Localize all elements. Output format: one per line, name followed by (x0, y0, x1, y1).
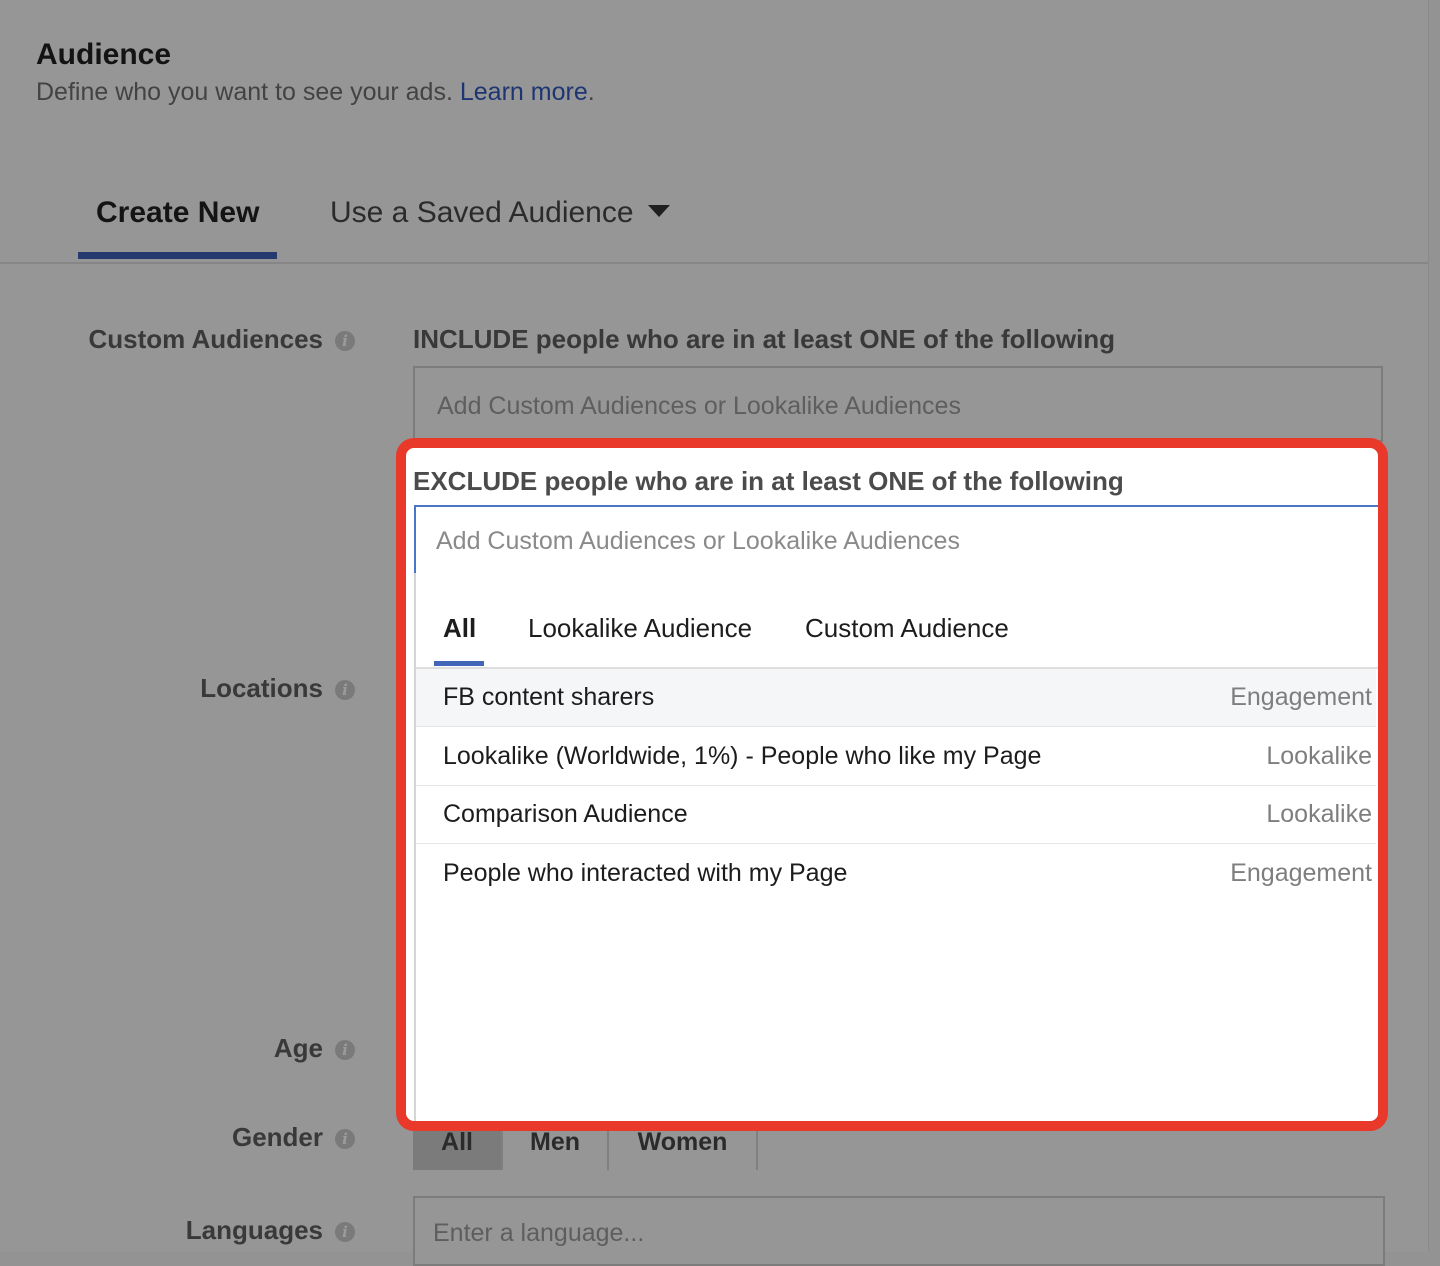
dropdown-tab-all[interactable]: All (443, 613, 476, 644)
include-audience-input[interactable]: Add Custom Audiences or Lookalike Audien… (413, 366, 1383, 442)
audience-type: Lookalike (1266, 742, 1372, 770)
custom-audiences-label: Custom Audiences (88, 324, 323, 354)
audience-option-row[interactable]: Lookalike (Worldwide, 1%) - People who l… (416, 728, 1376, 786)
info-icon[interactable]: i (335, 331, 355, 351)
audience-name: FB content sharers (443, 683, 655, 711)
label-gender: Gender i (232, 1122, 355, 1153)
info-icon[interactable]: i (335, 680, 355, 700)
section-title: Audience (36, 38, 172, 71)
dropdown-tab-lookalike[interactable]: Lookalike Audience (528, 613, 752, 644)
exclude-heading: EXCLUDE people who are in at least ONE o… (413, 466, 1124, 496)
learn-more-link[interactable]: Learn more (460, 78, 588, 106)
tab-divider (0, 262, 1428, 264)
audience-dropdown: All Lookalike Audience Custom Audience F… (414, 573, 1378, 1121)
section-subtitle: Define who you want to see your ads. Lea… (36, 78, 595, 107)
audience-type: Lookalike (1266, 800, 1372, 828)
audience-type: Engagement (1230, 683, 1372, 711)
tab-saved-label: Use a Saved Audience (330, 196, 634, 229)
audience-option-row[interactable]: Comparison Audience Lookalike (416, 786, 1376, 844)
language-input[interactable]: Enter a language... (413, 1196, 1385, 1266)
label-custom-audiences: Custom Audiences i (88, 324, 355, 355)
info-icon[interactable]: i (335, 1222, 355, 1242)
audience-name: Comparison Audience (443, 800, 688, 828)
tab-create-new[interactable]: Create New (96, 196, 259, 230)
include-heading: INCLUDE people who are in at least ONE o… (413, 324, 1116, 354)
age-label: Age (273, 1033, 323, 1063)
caret-down-icon (647, 205, 670, 217)
dropdown-tab-custom[interactable]: Custom Audience (805, 613, 1009, 644)
gender-label: Gender (231, 1122, 323, 1152)
subtitle-period: . (587, 78, 595, 106)
languages-label: Languages (185, 1215, 323, 1245)
exclude-audience-input[interactable]: Add Custom Audiences or Lookalike Audien… (414, 505, 1378, 575)
tab-saved-audience[interactable]: Use a Saved Audience (330, 196, 670, 230)
exclude-highlight-box: EXCLUDE people who are in at least ONE o… (396, 438, 1388, 1131)
audience-option-row[interactable]: FB content sharers Engagement (416, 669, 1376, 727)
info-icon[interactable]: i (335, 1129, 355, 1149)
audience-name: Lookalike (Worldwide, 1%) - People who l… (443, 742, 1042, 770)
audience-option-row[interactable]: People who interacted with my Page Engag… (416, 845, 1376, 903)
audience-type: Engagement (1230, 859, 1372, 887)
label-locations: Locations i (200, 673, 355, 704)
tab-active-underline (78, 252, 277, 259)
audience-name: People who interacted with my Page (443, 859, 848, 887)
locations-label: Locations (200, 673, 323, 703)
label-languages: Languages i (186, 1215, 355, 1246)
info-icon[interactable]: i (335, 1040, 355, 1060)
dropdown-tab-underline (434, 661, 484, 666)
subtitle-text: Define who you want to see your ads. (36, 78, 453, 106)
label-age: Age i (274, 1033, 355, 1064)
